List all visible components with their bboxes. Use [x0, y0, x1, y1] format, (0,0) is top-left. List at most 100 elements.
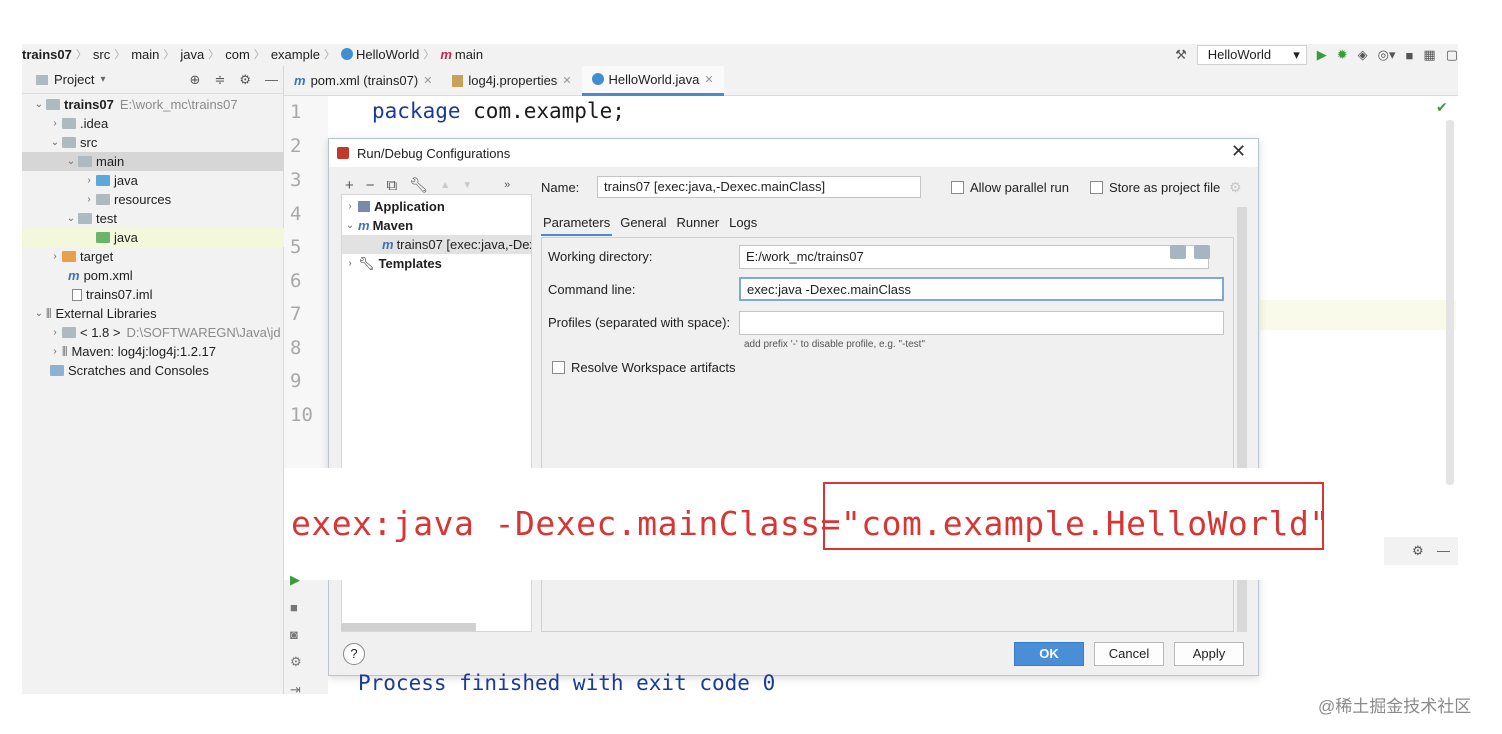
camera-icon[interactable]: ◙	[290, 627, 302, 642]
cancel-button[interactable]: Cancel	[1094, 642, 1164, 666]
close-icon[interactable]: ✕	[1231, 141, 1246, 162]
coverage-icon[interactable]: ◈	[1358, 47, 1368, 63]
checkbox[interactable]	[951, 181, 964, 194]
tab-parameters[interactable]: Parameters	[541, 211, 613, 236]
tree-scrollbar[interactable]	[341, 623, 476, 631]
tab-runner[interactable]: Runner	[674, 211, 721, 236]
minimize-icon[interactable]: —	[265, 72, 278, 88]
move-down-icon[interactable]: ▼	[462, 180, 472, 191]
chevron-down-icon[interactable]: ⌄	[64, 156, 78, 167]
working-directory-input[interactable]: E:/work_mc/trains07	[739, 245, 1209, 269]
debug-icon[interactable]: ✹	[1337, 47, 1348, 63]
breadcrumb-method[interactable]: main	[455, 47, 483, 62]
settings-icon[interactable]: ⚙	[290, 654, 302, 670]
tree-item-trains07[interactable]: ⌄ trains07 E:\work_mc\trains07	[22, 95, 284, 114]
breadcrumb-main[interactable]: main	[131, 47, 159, 62]
resolve-workspace-checkbox[interactable]: Resolve Workspace artifacts	[552, 360, 736, 375]
config-tree-maven-item[interactable]: mtrains07 [exec:java,-Dexec.mainClass]	[342, 235, 531, 254]
command-line-input[interactable]: exec:java -Dexec.mainClass	[739, 277, 1224, 301]
run-config-select[interactable]: HelloWorld ▾	[1196, 45, 1307, 65]
add-icon[interactable]: +	[345, 177, 354, 194]
tree-item-external-libraries[interactable]: ⌄ ⫴ External Libraries	[22, 304, 284, 323]
config-tree-templates[interactable]: › 🔧︎ Templates	[342, 254, 531, 273]
breadcrumb-example[interactable]: example	[271, 47, 320, 62]
chevron-down-icon[interactable]: ▾	[100, 74, 105, 85]
tree-item-idea[interactable]: › .idea	[22, 114, 284, 133]
breadcrumb-class[interactable]: HelloWorld	[356, 47, 419, 62]
stop-icon[interactable]: ■	[1406, 48, 1414, 63]
breadcrumb-src[interactable]: src	[93, 47, 110, 62]
tree-item-pom[interactable]: m pom.xml	[22, 266, 284, 285]
tree-item-maven-log4j[interactable]: › ⫴ Maven: log4j:log4j:1.2.17	[22, 342, 284, 361]
more-icon[interactable]: »	[504, 179, 510, 191]
tab-general[interactable]: General	[618, 211, 668, 236]
help-button[interactable]: ?	[343, 643, 365, 665]
tree-item-src[interactable]: ⌄ src	[22, 133, 284, 152]
chevron-right-icon[interactable]: ›	[82, 194, 96, 205]
chevron-right-icon[interactable]: ›	[342, 258, 358, 269]
project-structure-icon[interactable]: ▦	[1423, 47, 1435, 63]
window-icon[interactable]: ▢	[1446, 47, 1458, 63]
checkbox[interactable]	[552, 361, 565, 374]
stop-icon[interactable]: ■	[290, 600, 302, 615]
store-as-project-file-checkbox[interactable]: Store as project file	[1090, 180, 1220, 195]
config-tree-maven[interactable]: ⌄ m Maven	[342, 216, 531, 235]
gear-icon[interactable]: ⚙	[239, 72, 251, 88]
chevron-right-icon[interactable]: ›	[82, 175, 96, 186]
tab-logs[interactable]: Logs	[727, 211, 759, 236]
remove-icon[interactable]: −	[366, 177, 375, 194]
project-view-select[interactable]: Project	[54, 72, 94, 87]
profile-icon[interactable]: ◎▾	[1378, 47, 1396, 63]
breadcrumb-project[interactable]: trains07	[22, 47, 72, 62]
tab-log4j-properties[interactable]: log4j.properties ✕	[442, 66, 581, 96]
tree-item-target[interactable]: › target	[22, 247, 284, 266]
chevron-right-icon[interactable]: ›	[48, 346, 62, 357]
tree-item-main[interactable]: ⌄ main	[22, 152, 284, 171]
chevron-right-icon[interactable]: ›	[48, 251, 62, 262]
chevron-right-icon[interactable]: ›	[48, 118, 62, 129]
tree-item-iml[interactable]: trains07.iml	[22, 285, 284, 304]
module-folder-icon[interactable]	[1194, 245, 1210, 259]
config-tree-application[interactable]: › Application	[342, 197, 531, 216]
gear-icon[interactable]: ⚙	[1412, 543, 1424, 559]
close-icon[interactable]: ✕	[704, 73, 713, 86]
rerun-icon[interactable]: ▶	[290, 572, 302, 588]
ok-button[interactable]: OK	[1014, 642, 1084, 666]
minimize-icon[interactable]: —	[1437, 543, 1450, 558]
move-up-icon[interactable]: ▲	[440, 180, 450, 191]
editor-scrollbar[interactable]	[1446, 120, 1454, 485]
chevron-right-icon[interactable]: ›	[342, 201, 358, 212]
checkbox[interactable]	[1090, 181, 1103, 194]
close-icon[interactable]: ✕	[423, 74, 432, 87]
chevron-down-icon[interactable]: ⌄	[64, 213, 78, 224]
wrench-icon[interactable]: 🔧︎	[409, 176, 428, 194]
chevron-down-icon[interactable]: ⌄	[48, 137, 62, 148]
tree-item-java[interactable]: › java	[22, 171, 284, 190]
apply-button[interactable]: Apply	[1174, 642, 1244, 666]
close-icon[interactable]: ✕	[562, 74, 571, 87]
hammer-icon[interactable]: ⚒	[1175, 47, 1187, 63]
tree-item-resources[interactable]: › resources	[22, 190, 284, 209]
run-icon[interactable]: ▶	[1317, 47, 1327, 63]
code-line[interactable]: package com.example;	[372, 99, 625, 123]
breadcrumb-java[interactable]: java	[180, 47, 204, 62]
tab-helloworld-java[interactable]: HelloWorld.java ✕	[581, 65, 724, 96]
chevron-right-icon[interactable]: ›	[48, 327, 62, 338]
tree-item-scratches[interactable]: Scratches and Consoles	[22, 361, 284, 380]
tab-pom-xml[interactable]: m pom.xml (trains07) ✕	[284, 66, 442, 96]
profiles-input[interactable]	[739, 311, 1224, 335]
tree-item-test-java[interactable]: java	[22, 228, 284, 247]
allow-parallel-checkbox[interactable]: Allow parallel run	[951, 180, 1069, 195]
tree-item-jdk[interactable]: › < 1.8 > D:\SOFTWAREGN\Java\jd	[22, 323, 284, 342]
chevron-down-icon[interactable]: ⌄	[32, 99, 46, 110]
name-input[interactable]: trains07 [exec:java,-Dexec.mainClass]	[597, 176, 921, 198]
chevron-down-icon[interactable]: ⌄	[32, 308, 46, 319]
locate-icon[interactable]: ⊕	[190, 72, 201, 88]
collapse-icon[interactable]: ≑	[214, 72, 225, 88]
exit-icon[interactable]: ⇥	[290, 682, 302, 698]
gear-icon[interactable]: ⚙	[1229, 179, 1242, 196]
browse-folder-icon[interactable]	[1170, 245, 1186, 259]
tree-item-test[interactable]: ⌄ test	[22, 209, 284, 228]
copy-icon[interactable]: ⧉	[387, 177, 398, 194]
breadcrumb-com[interactable]: com	[225, 47, 250, 62]
